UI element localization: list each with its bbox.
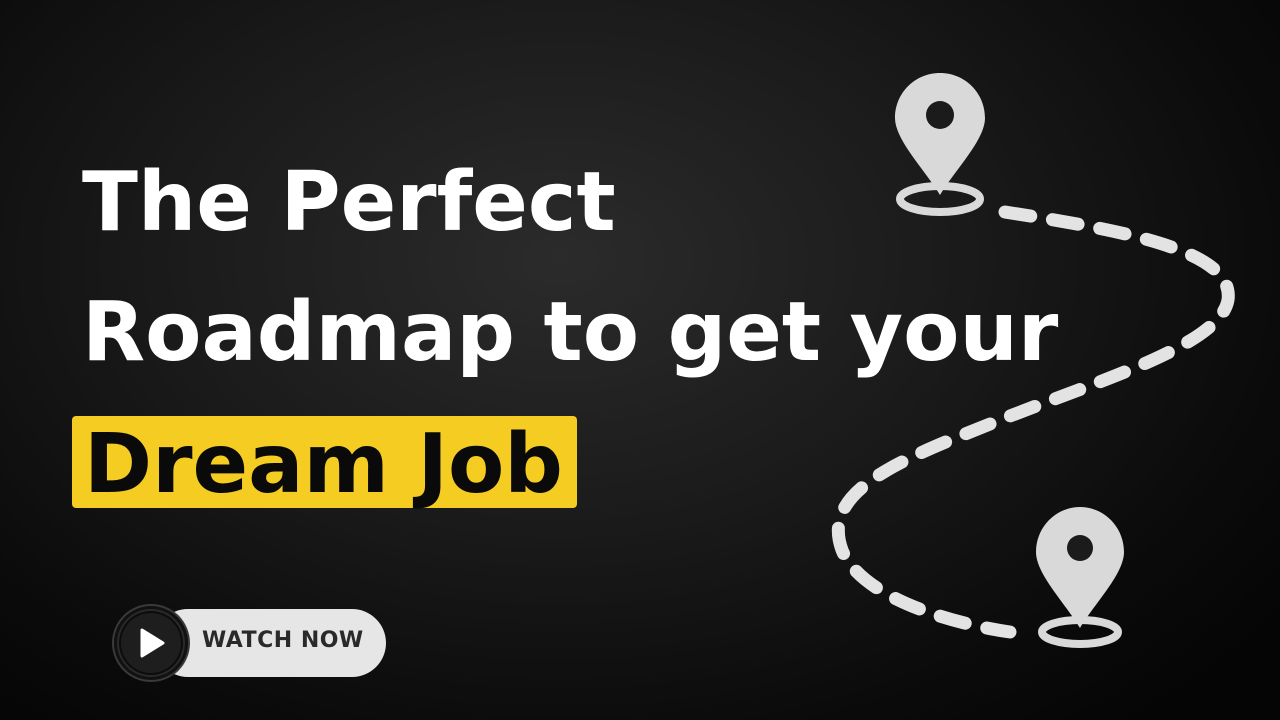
map-pin-icon — [1036, 507, 1124, 648]
headline-line-3: Dream Job — [84, 417, 563, 512]
dashed-route — [831, 205, 1235, 639]
play-icon — [140, 628, 165, 658]
headline-line-1: The Perfect — [82, 155, 616, 250]
play-button[interactable] — [114, 606, 188, 680]
headline-line-2: Roadmap to get your — [82, 285, 1059, 380]
map-pin-icon — [895, 73, 985, 216]
play-button-inner — [121, 613, 181, 673]
thumbnail: The Perfect Roadmap to get your Dream Jo… — [0, 0, 1280, 720]
watch-now-label: WATCH NOW — [202, 628, 364, 653]
